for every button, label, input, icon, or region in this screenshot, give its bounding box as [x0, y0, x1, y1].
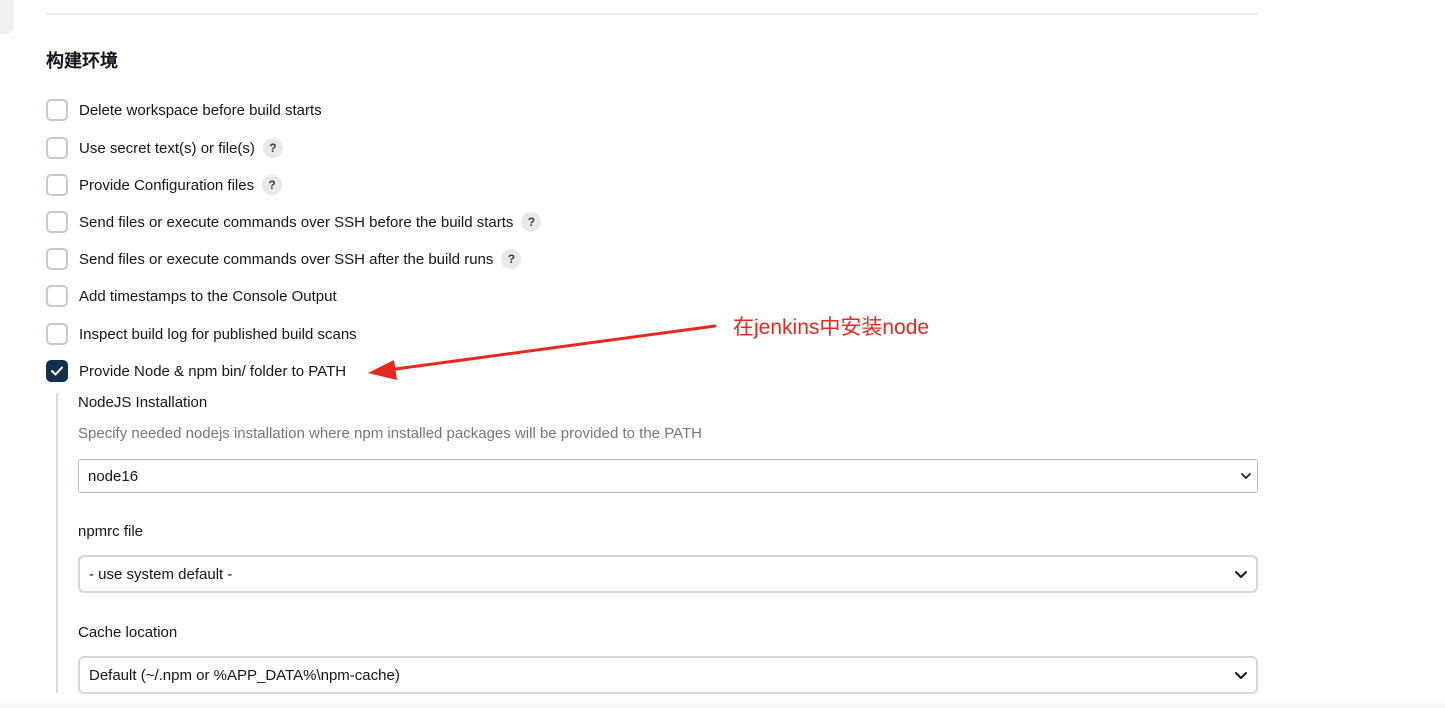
build-environment-page: 构建环境 Delete workspace before build start…	[0, 0, 1445, 708]
annotation-arrow	[368, 324, 717, 380]
annotation-text: 在jenkins中安装node	[733, 316, 930, 339]
page-bottom-edge	[0, 700, 1445, 708]
